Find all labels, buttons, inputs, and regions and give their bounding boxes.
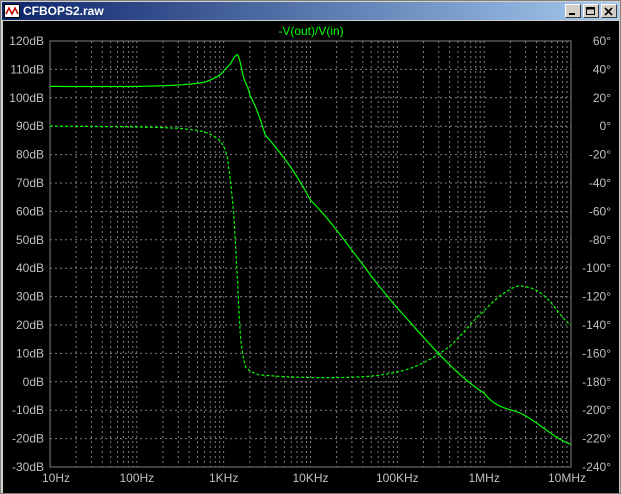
y-left-tick-label: 30dB: [16, 290, 44, 304]
plot-window: CFBOPS2.raw -V(out)/V(in) 120dB 110dB 10…: [0, 0, 621, 494]
y-left-tick-label: 10dB: [16, 346, 44, 360]
x-tick-label: 100Hz: [119, 471, 154, 485]
y-right-tick-label: -160°: [582, 346, 611, 360]
y-right-tick-label: -100°: [582, 261, 611, 275]
y-right-tick-label: -20°: [589, 148, 611, 162]
y-left-tick-label: -20dB: [12, 432, 44, 446]
maximize-icon: [586, 7, 595, 15]
y-right-tick-label: -140°: [582, 318, 611, 332]
minimize-icon: [569, 13, 575, 15]
y-right-tick-label: -120°: [582, 290, 611, 304]
y-left-tick-label: 20dB: [16, 318, 44, 332]
y-right-tick-label: -240°: [582, 460, 611, 474]
bode-plot[interactable]: -V(out)/V(in) 120dB 110dB 100dB 90dB 80dB 70d…: [3, 21, 619, 493]
minimize-button[interactable]: [565, 4, 581, 18]
x-tick-label: 1KHz: [209, 471, 238, 485]
y-left-tick-label: 0dB: [23, 375, 44, 389]
plot-frame: [49, 40, 572, 468]
y-right-tick-label: -200°: [582, 403, 611, 417]
maximize-button[interactable]: [583, 4, 599, 18]
x-tick-label: 10MHz: [548, 471, 586, 485]
y-left-tick-label: 70dB: [16, 176, 44, 190]
y-left-tick-label: 60dB: [16, 204, 44, 218]
y-left-tick-label: 40dB: [16, 261, 44, 275]
y-left-tick-label: -10dB: [12, 403, 44, 417]
x-tick-label: 10KHz: [292, 471, 328, 485]
y-right-tick-label: 20°: [593, 91, 611, 105]
x-tick-label: 100KHz: [376, 471, 419, 485]
y-left-tick-label: 80dB: [16, 148, 44, 162]
chart-title: -V(out)/V(in): [278, 24, 343, 38]
y-right-tick-label: -180°: [582, 375, 611, 389]
y-right-tick-label: -80°: [589, 233, 611, 247]
y-right-tick-label: 0°: [600, 119, 612, 133]
waveform-icon: [4, 4, 20, 18]
y-right-tick-label: 40°: [593, 62, 611, 76]
y-right-tick-label: 60°: [593, 34, 611, 48]
y-left-tick-label: 110dB: [10, 62, 44, 76]
close-icon: [604, 7, 613, 16]
x-tick-label: 1MHz: [468, 471, 499, 485]
window-title: CFBOPS2.raw: [23, 4, 104, 18]
y-left-tick-label: 100dB: [9, 91, 44, 105]
magnitude-trace: [50, 54, 572, 445]
y-left-tick-label: 90dB: [16, 119, 44, 133]
plot-area[interactable]: -V(out)/V(in) 120dB 110dB 100dB 90dB 80dB 70d…: [3, 21, 619, 493]
x-tick-label: 10Hz: [42, 471, 70, 485]
y-right-tick-label: -220°: [582, 432, 611, 446]
y-right-tick-label: -60°: [589, 204, 611, 218]
title-bar[interactable]: CFBOPS2.raw: [2, 2, 619, 20]
close-button[interactable]: [601, 4, 617, 18]
y-right-tick-label: -40°: [589, 176, 611, 190]
y-left-tick-label: 50dB: [16, 233, 44, 247]
y-left-tick-label: -30dB: [12, 460, 44, 474]
y-left-tick-label: 120dB: [9, 34, 44, 48]
